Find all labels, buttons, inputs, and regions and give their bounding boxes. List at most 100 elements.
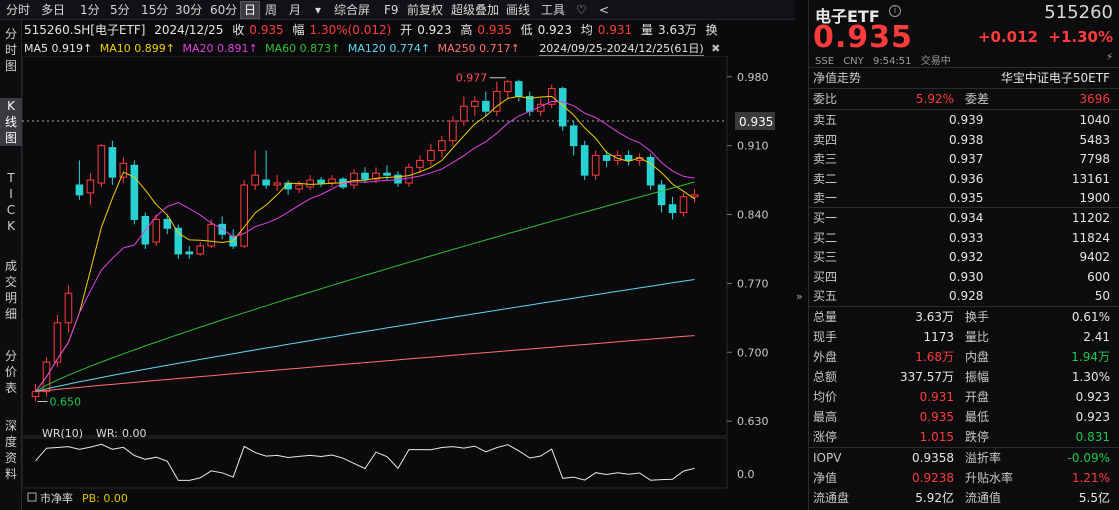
toolbar-favorite-button[interactable]: ♡ [573,1,590,19]
index-name: 华宝中证电子50ETF [1000,71,1110,85]
bid-row[interactable]: 买二 0.933 11824 [809,228,1119,248]
trade-status: 交易中 [920,56,951,67]
vol-value: 3.63万 [658,23,697,37]
toolbar-day-button[interactable]: 日 [240,1,261,19]
low-value: 0.923 [537,23,572,37]
bid-label: 买二 [813,230,838,245]
max-price-label: 0.977 [456,72,488,85]
bid-volume: 50 [1094,289,1110,303]
toolbar-60min-button[interactable]: 60分 [207,1,240,19]
etf-stat-label: 流通值 [965,491,1002,505]
lightning-icon[interactable]: ⚡ [1106,52,1113,63]
toolbar-week-button[interactable]: 周 [262,1,280,19]
avg-value: 0.931 [597,23,633,37]
y-tick-label: 0.840 [737,209,769,222]
ma120-legend: MA120 0.774↑ [347,42,431,55]
bid-row[interactable]: 买五 0.928 50 [809,286,1119,306]
stat-value: 0.935 [919,410,954,424]
high-value: 0.935 [477,23,512,37]
toolbar-draw-button[interactable]: 画线 [503,1,533,19]
ask-row[interactable]: 卖四 0.938 5483 [809,130,1119,150]
toolbar-back-button[interactable]: < [596,1,612,19]
market: SSE [815,56,835,67]
quote-panel: 电子ETF i 515260 0.935 +0.012 +1.30% SSE C… [808,0,1119,510]
toolbar-fenshi-button[interactable]: 分时 [3,1,33,19]
stat-value: 0.923 [1075,390,1110,404]
info-icon[interactable]: i [889,5,901,17]
stat-value: 0.931 [919,390,954,404]
tab-fenshi[interactable]: 分 时 图 [0,26,22,74]
candle-body [679,196,688,214]
toolbar-5min-button[interactable]: 5分 [107,1,133,19]
toolbar-month-button[interactable]: 月 [286,1,304,19]
ask-row[interactable]: 卖一 0.935 1900 [809,188,1119,208]
stat-label: 跌停 [965,430,990,444]
toolbar-more-button[interactable]: ▾ [312,1,324,19]
bid-volume: 600 [1087,269,1110,284]
collapse-panel-icon[interactable]: » [796,290,803,303]
min-price-label: 0.650 [49,395,81,408]
candle-body [569,125,578,147]
ask-price: 0.937 [949,152,984,166]
tab-trades[interactable]: 成 交 明 细 [0,258,22,322]
bid-row[interactable]: 买四 0.930 600 [809,267,1119,287]
etf-stat-value: 0.9238 [912,471,954,485]
tab-tick[interactable]: T I C K [0,170,22,234]
price-change: +0.012 +1.30% [978,28,1113,46]
weicha-value: 3696 [1079,92,1110,106]
bid-volume: 11824 [1071,230,1110,245]
tab-kline[interactable]: K 线 图 [0,98,22,146]
toolbar-15min-button[interactable]: 15分 [138,1,171,19]
stat-row: 现手 1173 量比 2.41 [809,327,1119,347]
ma250-legend: MA250 0.717↑ [437,42,520,55]
nav-row[interactable]: 净值走势 华宝中证电子50ETF [809,68,1119,88]
toolbar-tools-button[interactable]: 工具 [538,1,568,19]
bid-row[interactable]: 买一 0.934 11202 [809,208,1119,228]
y-tick-label: 0.700 [737,346,769,359]
quote-time: 9:54:51 [872,56,912,67]
stat-value: 1.015 [919,430,954,444]
fund-code: 515260 [1044,2,1113,23]
ask-label: 卖四 [813,132,838,147]
etf-stat-label: 流通盘 [813,491,850,505]
toolbar-adjust-button[interactable]: 前复权 [404,1,446,19]
ask-label: 卖二 [813,171,838,186]
toolbar-multiday-button[interactable]: 多日 [38,1,68,19]
ask-price: 0.939 [949,113,984,127]
bid-row[interactable]: 买三 0.932 9402 [809,247,1119,267]
bar-date: 2024/12/25 [154,23,224,37]
bid-label: 买一 [813,211,838,225]
toolbar-overlay-button[interactable]: 超级叠加 [448,1,502,19]
ask-row[interactable]: 卖三 0.937 7798 [809,149,1119,169]
wr-label: WR(10) [42,427,83,440]
weicha-label: 委差 [965,92,990,106]
ask-price: 0.936 [949,171,984,186]
stat-label: 换手 [965,310,990,324]
bid-label: 买五 [813,289,838,303]
candle-body [295,184,303,190]
toolbar-30min-button[interactable]: 30分 [172,1,205,19]
ma20-line [35,100,695,392]
toolbar-1min-button[interactable]: 1分 [77,1,103,19]
bid-price: 0.928 [949,289,984,303]
y-tick-label: 0.630 [737,415,769,428]
period-toolbar: 分时 多日 1分 5分 15分 30分 60分日周月 ▾ 综合屏 F9 前复权 超级叠加 画线 工具 ♡ < [0,0,795,20]
ma5-legend: MA5 0.919↑ [24,42,93,55]
stat-value: 3.63万 [915,310,954,324]
tab-profile[interactable]: 深 度 资 料 [0,418,22,482]
candle-body [328,178,336,184]
bid-price: 0.933 [949,230,984,245]
close-icon[interactable]: ✖ [711,42,720,55]
tab-price-dist[interactable]: 分 价 表 [0,348,22,396]
ask-row[interactable]: 卖五 0.939 1040 [809,110,1119,130]
stat-row: 最高 0.935 最低 0.923 [809,407,1119,427]
candle-body [657,184,666,206]
candle-body [361,172,369,180]
candle-body [317,179,325,184]
toolbar-f9-button[interactable]: F9 [381,1,402,19]
ask-row[interactable]: 卖二 0.936 13161 [809,169,1119,189]
stat-row: 均价 0.931 开盘 0.923 [809,387,1119,407]
kline-chart[interactable]: 0.980 0.910 0.840 0.770 0.700 0.630 0.935 0.977… [22,56,795,510]
toolbar-composite-button[interactable]: 综合屏 [331,1,373,19]
candle-body [251,174,259,186]
